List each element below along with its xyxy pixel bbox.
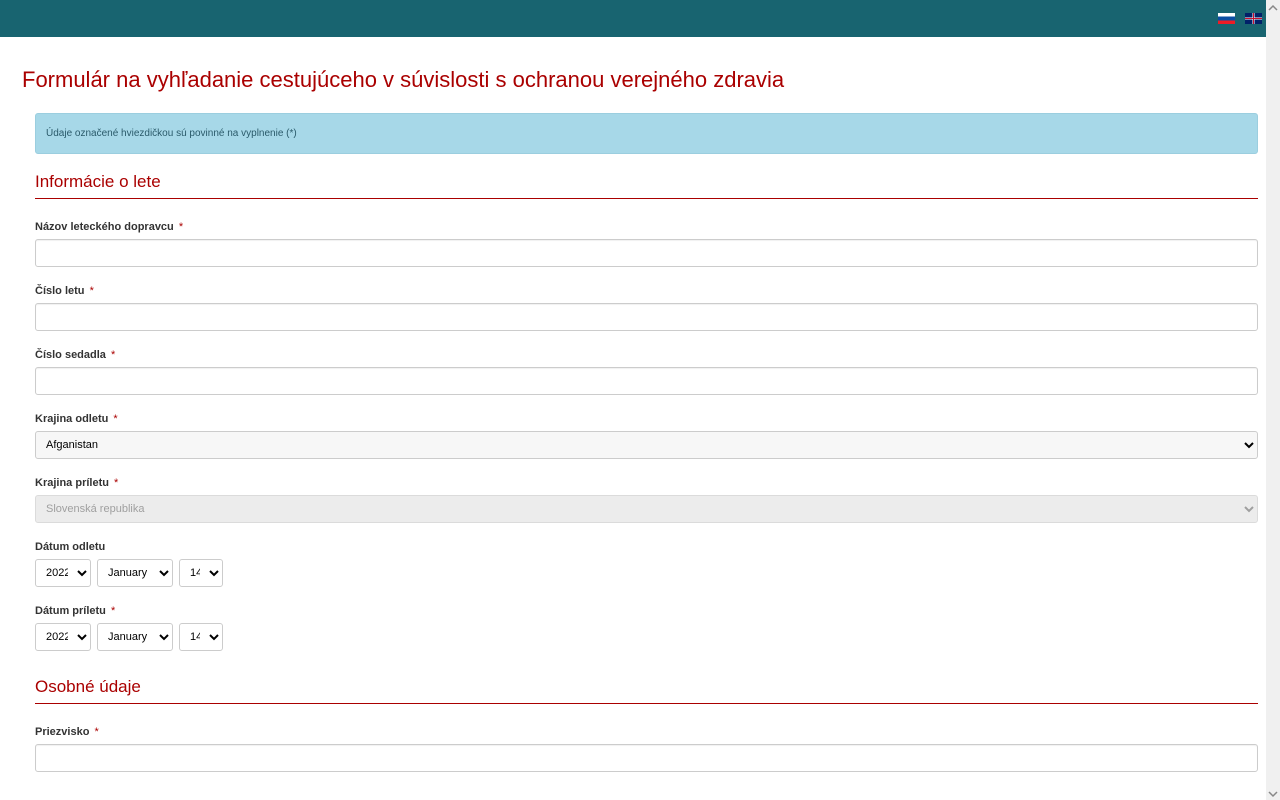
label-seat-number: Číslo sedadla * (35, 349, 1258, 361)
select-departure-month[interactable]: January (97, 559, 173, 587)
select-arrival-country: Slovenská republika (35, 495, 1258, 523)
lang-flag-sk[interactable] (1218, 13, 1235, 24)
select-departure-year[interactable]: 2022 (35, 559, 91, 587)
input-flight-number[interactable] (35, 303, 1258, 331)
input-seat-number[interactable] (35, 367, 1258, 395)
field-airline-name: Názov leteckého dopravcu * (35, 221, 1258, 267)
label-text: Priezvisko (35, 726, 89, 738)
field-departure-country: Krajina odletu * Afganistan (35, 413, 1258, 459)
label-text: Číslo letu (35, 285, 85, 297)
field-arrival-date: Dátum príletu * 2022 January 14 (35, 605, 1258, 651)
scroll-up-icon[interactable] (1268, 2, 1278, 12)
field-departure-date: Dátum odletu 2022 January 14 (35, 541, 1258, 587)
select-arrival-month[interactable]: January (97, 623, 173, 651)
form-container: Údaje označené hviezdičkou sú povinné na… (0, 113, 1280, 772)
required-marker: * (94, 726, 98, 738)
required-marker: * (114, 477, 118, 489)
label-flight-number: Číslo letu * (35, 285, 1258, 297)
scroll-down-icon[interactable] (1268, 788, 1278, 798)
date-row-arrival: 2022 January 14 (35, 623, 1258, 651)
select-departure-day[interactable]: 14 (179, 559, 223, 587)
label-airline-name: Názov leteckého dopravcu * (35, 221, 1258, 233)
required-marker: * (179, 221, 183, 233)
select-departure-country[interactable]: Afganistan (35, 431, 1258, 459)
section-flight-info: Informácie o lete (35, 172, 1258, 199)
field-flight-number: Číslo letu * (35, 285, 1258, 331)
label-text: Dátum príletu (35, 605, 106, 617)
label-arrival-date: Dátum príletu * (35, 605, 1258, 617)
input-surname[interactable] (35, 744, 1258, 772)
field-arrival-country: Krajina príletu * Slovenská republika (35, 477, 1258, 523)
required-marker: * (111, 349, 115, 361)
select-arrival-year[interactable]: 2022 (35, 623, 91, 651)
label-arrival-country: Krajina príletu * (35, 477, 1258, 489)
label-text: Názov leteckého dopravcu (35, 221, 174, 233)
label-surname: Priezvisko * (35, 726, 1258, 738)
label-departure-country: Krajina odletu * (35, 413, 1258, 425)
lang-flag-en[interactable] (1245, 13, 1262, 24)
page-title: Formulár na vyhľadanie cestujúceho v súv… (0, 37, 1280, 113)
field-seat-number: Číslo sedadla * (35, 349, 1258, 395)
label-text: Krajina príletu (35, 477, 109, 489)
select-arrival-day[interactable]: 14 (179, 623, 223, 651)
label-text: Krajina odletu (35, 413, 108, 425)
label-text: Číslo sedadla (35, 349, 106, 361)
label-departure-date: Dátum odletu (35, 541, 1258, 553)
scrollbar-track[interactable] (1266, 0, 1280, 800)
required-marker: * (90, 285, 94, 297)
required-marker: * (111, 605, 115, 617)
top-header-bar (0, 0, 1280, 37)
required-marker: * (113, 413, 117, 425)
date-row-departure: 2022 January 14 (35, 559, 1258, 587)
section-personal-info: Osobné údaje (35, 677, 1258, 704)
field-surname: Priezvisko * (35, 726, 1258, 772)
label-text: Dátum odletu (35, 541, 105, 553)
info-banner: Údaje označené hviezdičkou sú povinné na… (35, 113, 1258, 154)
input-airline-name[interactable] (35, 239, 1258, 267)
